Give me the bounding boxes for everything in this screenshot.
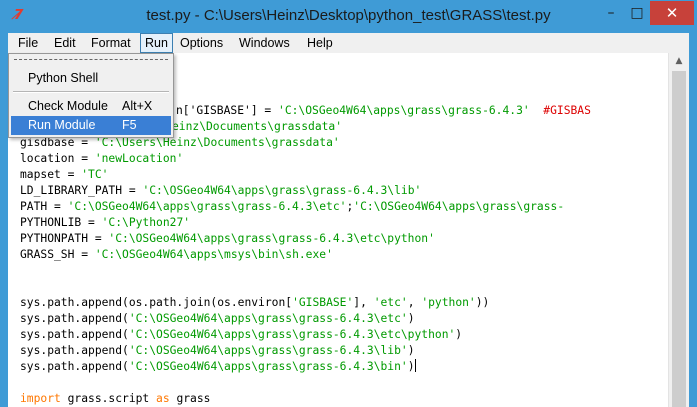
string-literal: 'C:\OSGeo4W64\apps\grass\grass-6.4.3\etc… <box>128 328 456 341</box>
code-line: sys.path.append('C:\OSGeo4W64\apps\grass… <box>20 343 415 359</box>
code-line: einz\Documents\grassdata' <box>172 119 342 135</box>
minimize-button[interactable]: – <box>598 1 624 25</box>
code-line: sys.path.append('C:\OSGeo4W64\apps\grass… <box>20 327 462 343</box>
code-token: )) <box>475 296 490 309</box>
code-token: PATH = <box>20 200 68 213</box>
code-token: ) <box>455 328 463 341</box>
menu-help[interactable]: Help <box>303 33 337 53</box>
code-line: sys.path.append('C:\OSGeo4W64\apps\grass… <box>20 359 416 375</box>
code-token: n['GISBASE'] = <box>176 104 279 117</box>
code-line: PYTHONLIB = 'C:\Python27' <box>20 215 190 231</box>
code-line: n['GISBASE'] = 'C:\OSGeo4W64\apps\grass\… <box>176 103 591 119</box>
string-literal: 'C:\OSGeo4W64\apps\grass\grass-6.4.3\lib… <box>128 344 408 357</box>
code-token: PYTHONLIB = <box>20 216 102 229</box>
menu-item-python-shell[interactable]: Python Shell <box>11 69 171 88</box>
code-token: ) <box>407 312 415 325</box>
code-token: ], <box>353 296 374 309</box>
run-menu-dropdown: Python Shell Check Module Alt+X Run Modu… <box>8 53 174 138</box>
string-literal: 'etc' <box>373 296 408 309</box>
string-literal: 'C:\Python27' <box>101 216 191 229</box>
menu-file[interactable]: File <box>14 33 42 53</box>
menu-format[interactable]: Format <box>87 33 135 53</box>
menu-item-shortcut: F5 <box>122 118 137 132</box>
keyword: as <box>156 392 170 405</box>
code-line: location = 'newLocation' <box>20 151 183 167</box>
code-token: ) <box>407 344 415 357</box>
menu-item-label: Check Module <box>28 99 108 113</box>
window-frame-right <box>689 33 697 407</box>
code-line: sys.path.append(os.path.join(os.environ[… <box>20 295 489 311</box>
string-literal: 'newLocation' <box>94 152 184 165</box>
menu-separator <box>13 91 169 93</box>
code-line: PATH = 'C:\OSGeo4W64\apps\grass\grass-6.… <box>20 199 564 215</box>
code-token: location = <box>20 152 95 165</box>
scrollbar-thumb[interactable] <box>672 71 686 407</box>
string-literal: 'C:\OSGeo4W64\apps\grass\grass-6.4.3\bin… <box>128 360 408 373</box>
string-literal: 'GISBASE' <box>292 296 354 309</box>
code-token: , <box>407 296 422 309</box>
code-token: grass <box>169 392 211 405</box>
string-literal: 'C:\OSGeo4W64\apps\grass\grass-6.4.3\etc… <box>128 312 408 325</box>
string-literal: 'C:\OSGeo4W64\apps\grass\grass-6.4.3\etc… <box>67 200 347 213</box>
code-token: PYTHONPATH = <box>20 232 109 245</box>
menu-options[interactable]: Options <box>176 33 227 53</box>
string-literal: 'C:\OSGeo4W64\apps\grass\grass-6.4.3\etc… <box>108 232 435 245</box>
code-token: sys.path.append( <box>20 344 129 357</box>
string-literal: 'TC' <box>81 168 109 181</box>
keyword: import <box>20 392 61 405</box>
text-cursor <box>414 359 416 372</box>
menu-bar: File Edit Format Run Options Windows Hel… <box>8 33 689 53</box>
code-token: mapset = <box>20 168 82 181</box>
title-bar[interactable]: 7̸ test.py - C:\Users\Heinz\Desktop\pyth… <box>0 0 697 33</box>
string-literal: 'C:\OSGeo4W64\apps\grass\grass-6.4.3\lib… <box>142 184 422 197</box>
menu-item-shortcut: Alt+X <box>122 99 153 113</box>
string-literal: 'C:\OSGeo4W64\apps\msys\bin\sh.exe' <box>94 248 333 261</box>
code-token: ) <box>407 360 415 373</box>
menu-run[interactable]: Run <box>140 33 173 53</box>
code-token: GRASS_SH = <box>20 248 95 261</box>
maximize-button[interactable]: □ <box>624 1 650 25</box>
menu-item-label: Python Shell <box>28 71 99 85</box>
code-token: sys.path.append( <box>20 328 129 341</box>
code-line: mapset = 'TC' <box>20 167 108 183</box>
menu-windows[interactable]: Windows <box>235 33 294 53</box>
menu-edit[interactable]: Edit <box>50 33 80 53</box>
code-line: LD_LIBRARY_PATH = 'C:\OSGeo4W64\apps\gra… <box>20 183 421 199</box>
code-token: grass.script <box>60 392 157 405</box>
code-token: LD_LIBRARY_PATH = <box>20 184 143 197</box>
code-line: GRASS_SH = 'C:\OSGeo4W64\apps\msys\bin\s… <box>20 247 333 263</box>
close-button[interactable]: ✕ <box>650 1 694 25</box>
string-literal: 'C:\OSGeo4W64\apps\grass\grass-6.4.3' <box>278 104 530 117</box>
scroll-up-icon[interactable]: ▲ <box>669 53 689 70</box>
string-literal: 'C:\OSGeo4W64\apps\grass\grass- <box>353 200 565 213</box>
vertical-scrollbar[interactable]: ▲ <box>668 53 689 407</box>
string-literal: 'python' <box>421 296 476 309</box>
code-token: sys.path.append( <box>20 312 129 325</box>
window-title: test.py - C:\Users\Heinz\Desktop\python_… <box>146 7 551 24</box>
code-token: sys.path.append(os.path.join(os.environ[ <box>20 296 293 309</box>
window-frame-left <box>0 33 8 407</box>
menu-item-run-module[interactable]: Run Module F5 <box>11 116 171 135</box>
code-line: import grass.script as grass <box>20 391 210 407</box>
menu-item-check-module[interactable]: Check Module Alt+X <box>11 97 171 116</box>
string-literal: einz\Documents\grassdata' <box>172 120 343 133</box>
tearoff-line[interactable] <box>14 59 168 60</box>
code-line: sys.path.append('C:\OSGeo4W64\apps\grass… <box>20 311 415 327</box>
code-line: PYTHONPATH = 'C:\OSGeo4W64\apps\grass\gr… <box>20 231 435 247</box>
comment: #GISBAS <box>543 104 591 117</box>
code-token: sys.path.append( <box>20 360 129 373</box>
menu-item-label: Run Module <box>28 118 96 132</box>
